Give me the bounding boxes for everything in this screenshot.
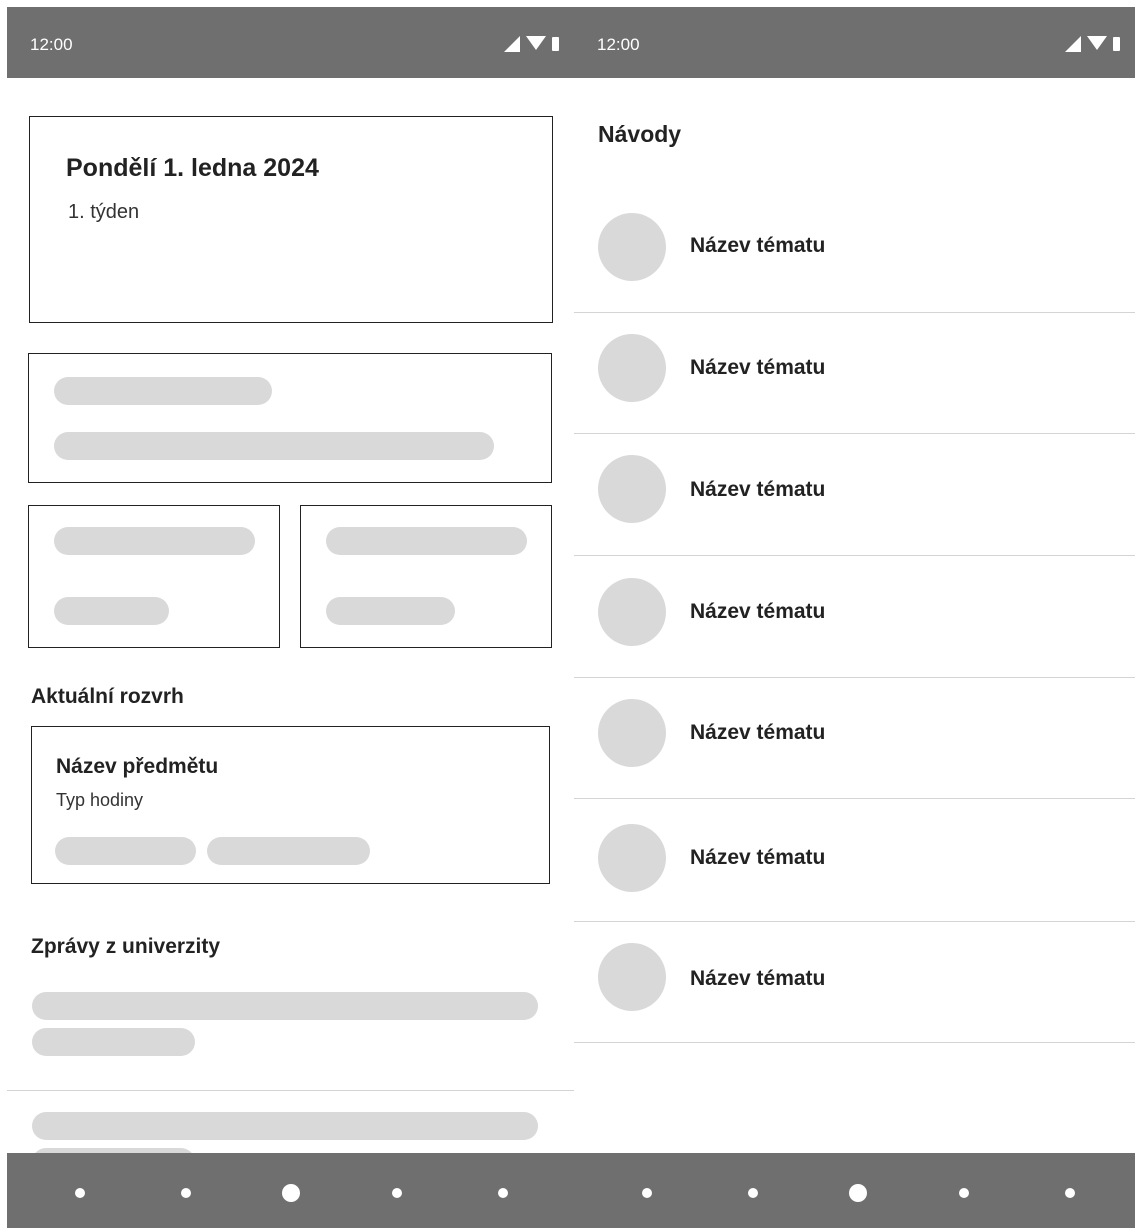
status-icons bbox=[1065, 36, 1120, 52]
signal-icon bbox=[504, 36, 520, 52]
signal-icon bbox=[1065, 36, 1081, 52]
news-section-title: Zprávy z univerzity bbox=[31, 935, 221, 958]
news-divider bbox=[7, 1090, 574, 1091]
status-bar: 12:00 bbox=[574, 7, 1135, 78]
stat-card-placeholder[interactable] bbox=[300, 505, 552, 648]
placeholder-chip bbox=[55, 837, 196, 865]
topic-avatar bbox=[598, 213, 666, 281]
placeholder-chip bbox=[207, 837, 370, 865]
topic-item[interactable]: Název tématu bbox=[574, 312, 1135, 434]
wifi-icon bbox=[1087, 36, 1107, 50]
status-icons bbox=[504, 36, 559, 52]
today-date: Pondělí 1. ledna 2024 bbox=[66, 154, 319, 182]
nav-dot-icon[interactable] bbox=[748, 1188, 758, 1198]
placeholder-line bbox=[54, 527, 255, 555]
topic-label: Název tématu bbox=[690, 846, 826, 869]
topic-item[interactable]: Název tématu bbox=[574, 433, 1135, 556]
today-card: Pondělí 1. ledna 2024 1. týden bbox=[29, 116, 553, 323]
guides-title: Návody bbox=[598, 121, 682, 147]
nav-dot-icon[interactable] bbox=[75, 1188, 85, 1198]
placeholder-line bbox=[326, 527, 527, 555]
navigation-bar bbox=[574, 1153, 1135, 1228]
battery-icon bbox=[1113, 37, 1120, 51]
placeholder-line bbox=[32, 1112, 538, 1140]
placeholder-line bbox=[54, 597, 169, 625]
topic-label: Název tématu bbox=[690, 478, 826, 501]
topic-label: Název tématu bbox=[690, 721, 826, 744]
topic-item[interactable]: Název tématu bbox=[574, 191, 1135, 313]
lesson-type: Typ hodiny bbox=[56, 790, 144, 810]
topic-label: Název tématu bbox=[690, 967, 826, 990]
topic-divider bbox=[574, 1042, 1135, 1043]
nav-dot-icon[interactable] bbox=[959, 1188, 969, 1198]
topic-item[interactable]: Název tématu bbox=[574, 921, 1135, 1043]
nav-home-icon[interactable] bbox=[282, 1184, 300, 1202]
screen-dashboard: 12:00 Pondělí 1. ledna 2024 1. týden Akt… bbox=[7, 7, 574, 1228]
stat-card-placeholder[interactable] bbox=[28, 505, 280, 648]
nav-dot-icon[interactable] bbox=[498, 1188, 508, 1198]
placeholder-line bbox=[54, 432, 494, 460]
topic-item[interactable]: Název tématu bbox=[574, 555, 1135, 678]
nav-dot-icon[interactable] bbox=[181, 1188, 191, 1198]
topic-avatar bbox=[598, 699, 666, 767]
screen-guides: 12:00 Návody Název tématu Název tématu N… bbox=[574, 7, 1135, 1228]
status-time: 12:00 bbox=[30, 35, 73, 54]
placeholder-line bbox=[32, 992, 538, 1020]
wifi-icon bbox=[526, 36, 546, 50]
topic-avatar bbox=[598, 824, 666, 892]
topic-item[interactable]: Název tématu bbox=[574, 677, 1135, 799]
topic-avatar bbox=[598, 455, 666, 523]
placeholder-line bbox=[326, 597, 455, 625]
topic-avatar bbox=[598, 943, 666, 1011]
nav-dot-icon[interactable] bbox=[392, 1188, 402, 1198]
status-bar: 12:00 bbox=[7, 7, 574, 78]
week-label: 1. týden bbox=[68, 201, 140, 223]
topic-avatar bbox=[598, 578, 666, 646]
status-time: 12:00 bbox=[597, 35, 640, 54]
schedule-section-title: Aktuální rozvrh bbox=[31, 685, 184, 708]
placeholder-line bbox=[32, 1028, 195, 1056]
topic-label: Název tématu bbox=[690, 600, 826, 623]
info-card-placeholder[interactable] bbox=[28, 353, 552, 483]
battery-icon bbox=[552, 37, 559, 51]
subject-name: Název předmětu bbox=[56, 755, 219, 778]
navigation-bar bbox=[7, 1153, 574, 1228]
nav-dot-icon[interactable] bbox=[642, 1188, 652, 1198]
topic-label: Název tématu bbox=[690, 356, 826, 379]
placeholder-line bbox=[54, 377, 272, 405]
topic-item[interactable]: Název tématu bbox=[574, 798, 1135, 922]
topic-avatar bbox=[598, 334, 666, 402]
schedule-card[interactable]: Název předmětu Typ hodiny bbox=[31, 726, 550, 884]
nav-dot-icon[interactable] bbox=[1065, 1188, 1075, 1198]
nav-home-icon[interactable] bbox=[849, 1184, 867, 1202]
topic-label: Název tématu bbox=[690, 234, 826, 257]
